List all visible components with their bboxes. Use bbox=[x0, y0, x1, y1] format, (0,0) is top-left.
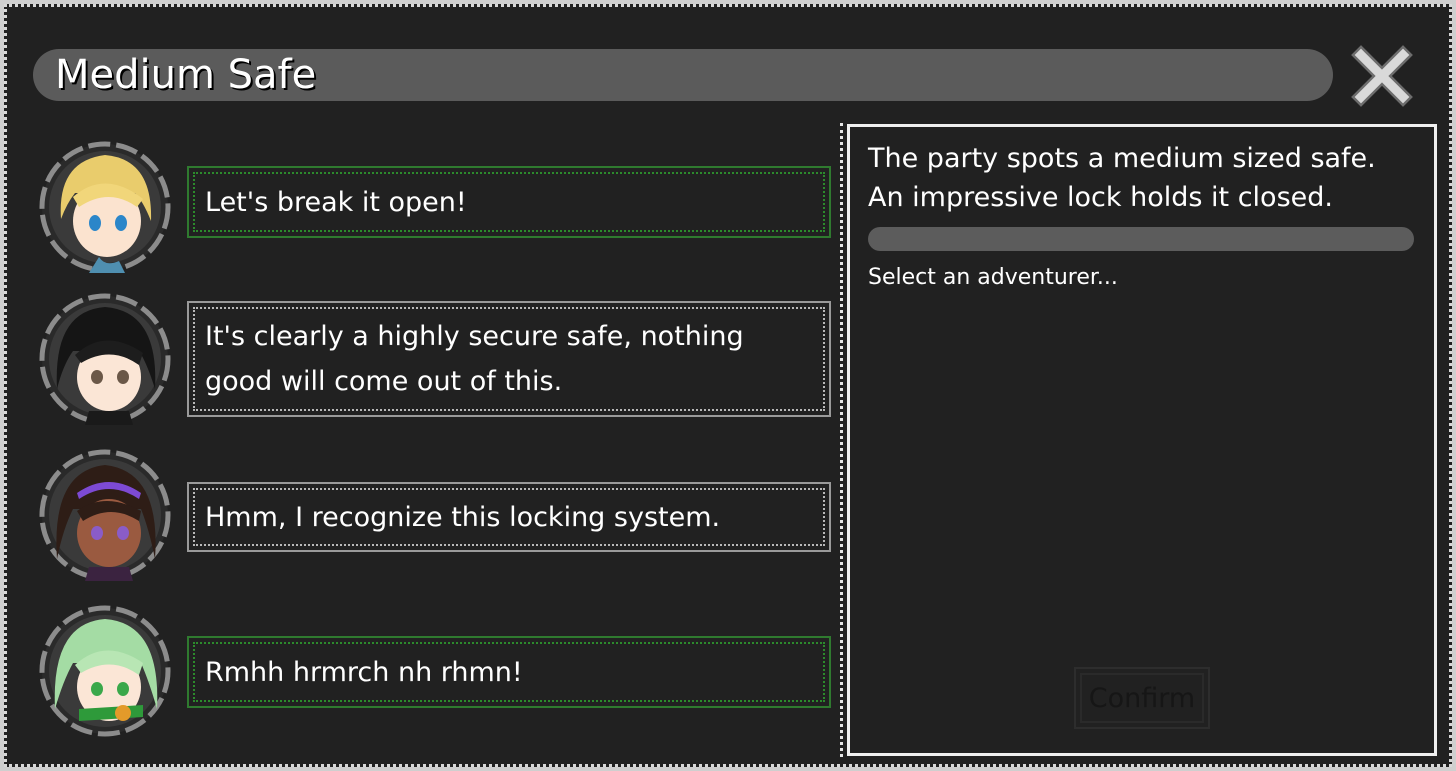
safe-event-window: Medium Safe Let's break it open! It's cl… bbox=[4, 4, 1452, 767]
dialogue-text: Let's break it open! bbox=[205, 186, 467, 218]
event-progress-bar bbox=[868, 227, 1414, 251]
party-member-row: Rmhh hrmrch nh rhmn! bbox=[7, 605, 847, 737]
dialogue-bubble[interactable]: It's clearly a highly secure safe, nothi… bbox=[187, 301, 831, 417]
event-panel: The party spots a medium sized safe. An … bbox=[847, 124, 1437, 756]
close-button[interactable] bbox=[1349, 43, 1415, 109]
dialogue-text: It's clearly a highly secure safe, nothi… bbox=[205, 321, 744, 397]
close-x-icon bbox=[1351, 45, 1413, 107]
dialog-title: Medium Safe bbox=[55, 52, 317, 98]
dialogue-bubble[interactable]: Hmm, I recognize this locking system. bbox=[187, 482, 831, 552]
confirm-button[interactable]: Confirm bbox=[1074, 667, 1210, 729]
dialogue-bubble[interactable]: Rmhh hrmrch nh rhmn! bbox=[187, 636, 831, 708]
dialogue-text: Hmm, I recognize this locking system. bbox=[205, 501, 721, 533]
panel-divider bbox=[840, 123, 843, 757]
green-haired-adventurer-portrait[interactable] bbox=[39, 605, 171, 737]
event-description-line: An impressive lock holds it closed. bbox=[868, 182, 1333, 213]
event-description: The party spots a medium sized safe. An … bbox=[868, 139, 1428, 217]
headband-adventurer-portrait[interactable] bbox=[39, 449, 171, 581]
dialogue-text: Rmhh hrmrch nh rhmn! bbox=[205, 656, 523, 688]
select-prompt: Select an adventurer... bbox=[868, 265, 1118, 290]
party-member-row: Hmm, I recognize this locking system. bbox=[7, 449, 847, 581]
dialogue-bubble[interactable]: Let's break it open! bbox=[187, 166, 831, 238]
blonde-adventurer-portrait[interactable] bbox=[39, 141, 171, 273]
confirm-label: Confirm bbox=[1088, 682, 1196, 714]
party-member-row: Let's break it open! bbox=[7, 141, 847, 273]
black-haired-adventurer-portrait[interactable] bbox=[39, 293, 171, 425]
party-member-row: It's clearly a highly secure safe, nothi… bbox=[7, 293, 847, 425]
event-description-line: The party spots a medium sized safe. bbox=[868, 143, 1376, 174]
